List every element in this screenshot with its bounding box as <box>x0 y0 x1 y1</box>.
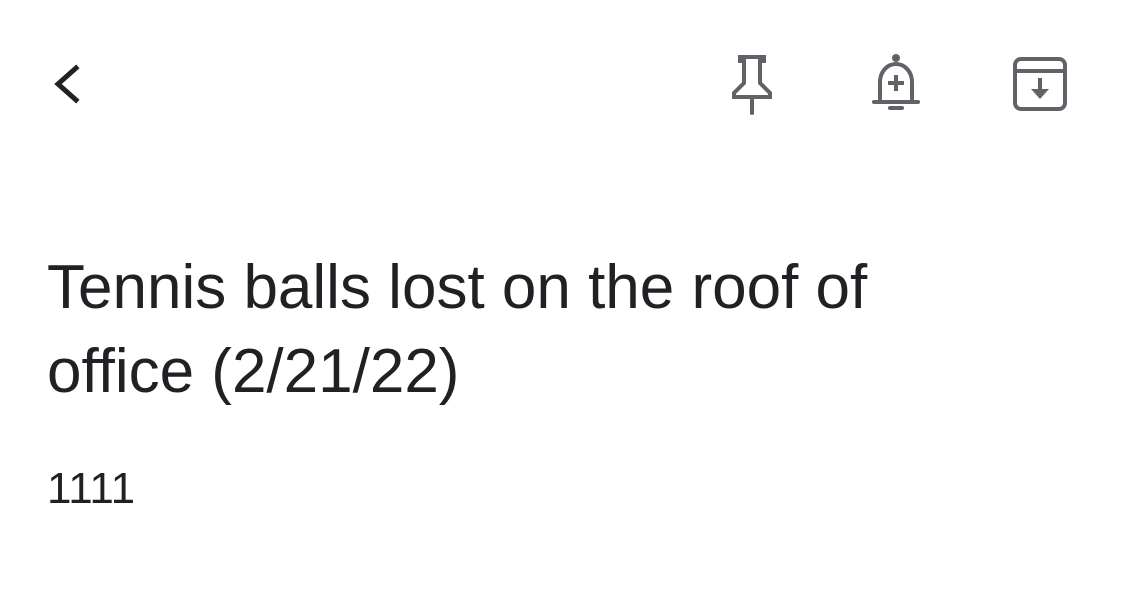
add-alert-bell-icon <box>868 52 924 121</box>
reminder-button[interactable] <box>856 46 936 126</box>
pin-button[interactable] <box>712 46 792 126</box>
chevron-left-icon <box>42 60 90 113</box>
pin-icon <box>726 53 778 120</box>
back-button[interactable] <box>26 46 106 126</box>
note-toolbar <box>0 0 1125 175</box>
archive-button[interactable] <box>1000 46 1080 126</box>
note-body[interactable]: 1111 <box>47 462 135 516</box>
note-title[interactable]: Tennis balls lost on the roof of office … <box>47 246 1007 414</box>
archive-icon <box>1011 55 1069 118</box>
